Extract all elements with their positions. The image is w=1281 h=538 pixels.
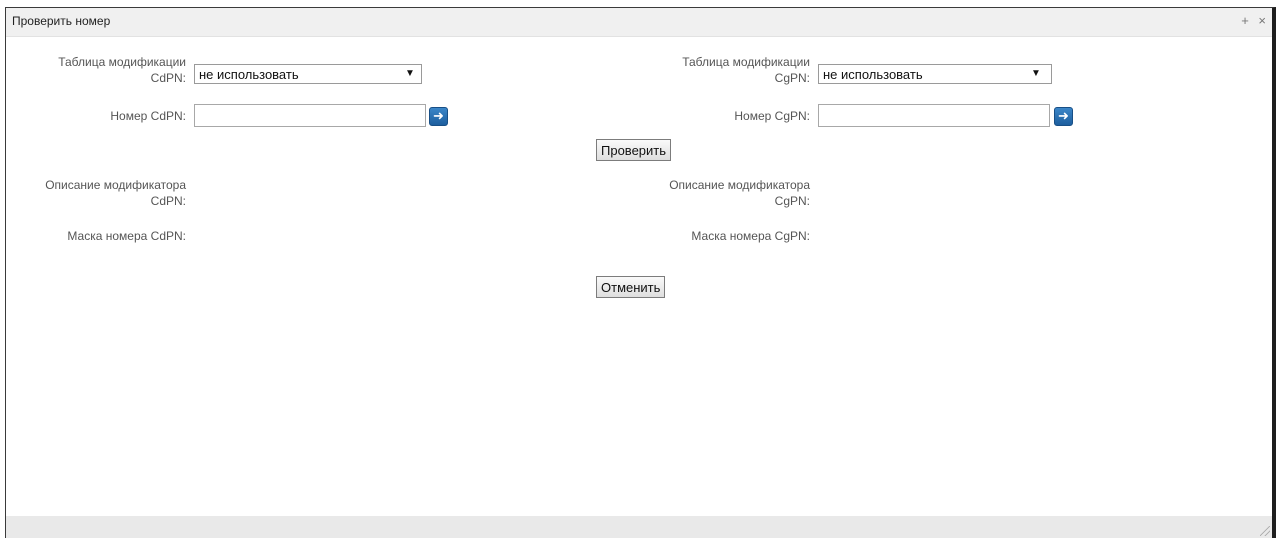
expand-icon[interactable]: + (1241, 13, 1249, 28)
cgpn-mask-label: Маска номера CgPN: (691, 229, 810, 243)
dialog-title: Проверить номер (12, 14, 111, 28)
check-number-dialog: Проверить номер + × Таблица модификации … (5, 7, 1276, 538)
arrow-right-icon: ➜ (1058, 108, 1069, 123)
cgpn-number-label: Номер CgPN: (734, 109, 810, 123)
cgpn-desc-label: Описание модификатора CgPN: (669, 178, 810, 208)
cdpn-table-select[interactable]: не использовать (194, 64, 422, 84)
cgpn-table-select[interactable]: не использовать (818, 64, 1052, 84)
resize-handle-icon[interactable] (1260, 526, 1270, 536)
cdpn-number-input[interactable] (194, 104, 426, 127)
cgpn-number-input[interactable] (818, 104, 1050, 127)
cancel-button[interactable]: Отменить (596, 276, 666, 298)
cdpn-mask-label: Маска номера CdPN: (67, 229, 186, 243)
close-icon[interactable]: × (1258, 13, 1266, 28)
cdpn-go-button[interactable]: ➜ (429, 107, 448, 126)
cgpn-table-label: Таблица модификации CgPN: (682, 55, 810, 85)
cgpn-go-button[interactable]: ➜ (1054, 107, 1073, 126)
check-button[interactable]: Проверить (596, 139, 672, 161)
cdpn-desc-label: Описание модификатора CdPN: (45, 178, 186, 208)
dialog-titlebar[interactable]: Проверить номер + × (6, 8, 1272, 37)
cdpn-table-label: Таблица модификации CdPN: (58, 55, 186, 85)
dialog-footer (6, 516, 1272, 538)
cdpn-number-label: Номер CdPN: (110, 109, 186, 123)
arrow-right-icon: ➜ (433, 108, 444, 123)
